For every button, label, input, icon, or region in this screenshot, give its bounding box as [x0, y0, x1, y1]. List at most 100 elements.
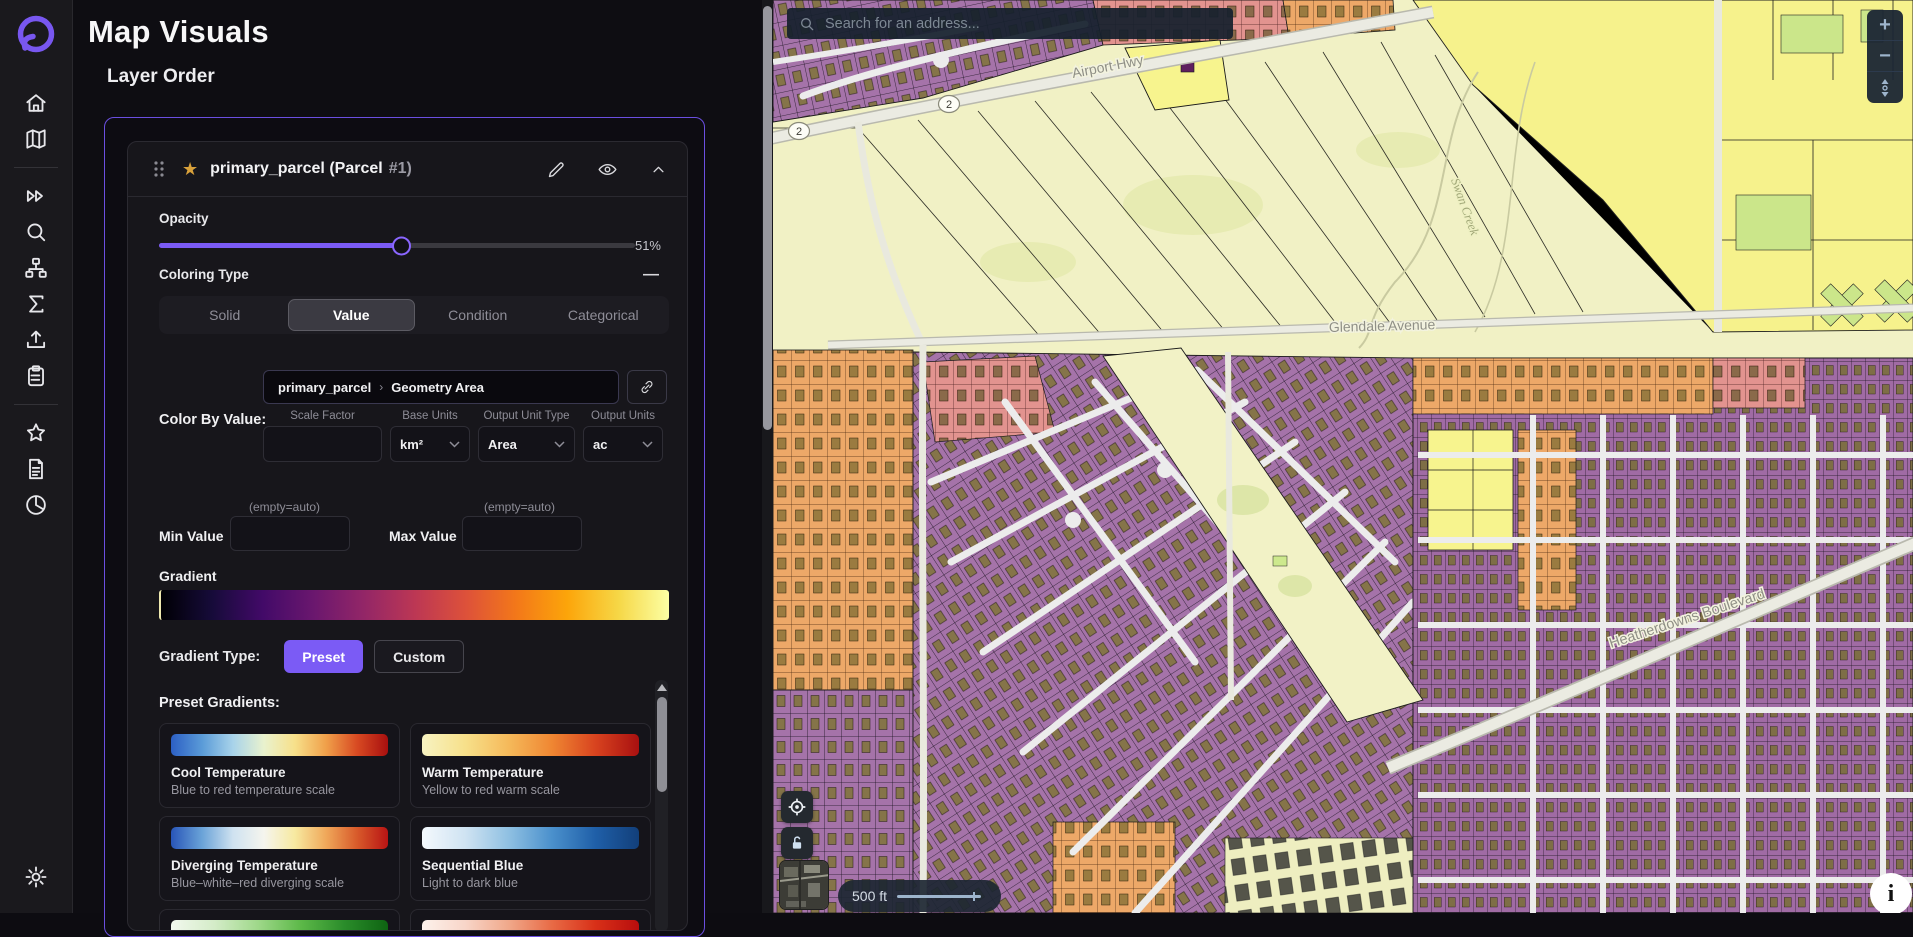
attribution-info-button[interactable]: i: [1870, 873, 1912, 913]
hierarchy-icon: [23, 255, 49, 281]
address-search-bar: [787, 8, 1233, 39]
preset-warm-temperature[interactable]: Warm Temperature Yellow to red warm scal…: [410, 723, 651, 808]
color-by-value-label: Color By Value:: [159, 412, 266, 428]
preset-sequential-blue[interactable]: Sequential Blue Light to dark blue: [410, 816, 651, 901]
coloring-type-label: Coloring Type: [159, 267, 249, 282]
sidebar-item-favorites[interactable]: [14, 415, 58, 451]
favorite-star-icon[interactable]: ★: [182, 159, 198, 180]
search-input[interactable]: [825, 16, 1221, 32]
gradient-label: Gradient: [159, 568, 667, 584]
gear-icon: [23, 864, 49, 890]
base-units-select[interactable]: km²: [390, 426, 470, 462]
preset-diverging-temperature[interactable]: Diverging Temperature Blue–white–red div…: [159, 816, 400, 901]
preset-gradient-swatch: [422, 734, 639, 756]
pitch-toggle-button[interactable]: [1867, 72, 1903, 103]
pitch-arrows-icon: [1878, 78, 1892, 98]
sidebar-item-upload[interactable]: [14, 322, 58, 358]
opacity-slider-thumb[interactable]: [392, 236, 411, 255]
sidebar-item-maps[interactable]: [14, 121, 58, 157]
preset-gradient-swatch: [171, 827, 388, 849]
sidebar-item-documents[interactable]: [14, 451, 58, 487]
chevron-down-icon: [449, 441, 460, 448]
map-visuals-panel: Map Visuals Layer Order ★ primary_parcel…: [73, 0, 762, 913]
gray-house-rows: [1225, 838, 1415, 913]
preset-gradient-grid: Cool Temperature Blue to red temperature…: [159, 723, 651, 931]
scale-factor-input[interactable]: [273, 437, 372, 452]
base-units-label: Base Units: [402, 410, 458, 422]
home-icon: [23, 90, 49, 116]
tab-value[interactable]: Value: [288, 299, 416, 331]
value-field-breadcrumb[interactable]: primary_parcel › Geometry Area: [263, 370, 619, 404]
gradient-preview-bar[interactable]: [159, 590, 669, 620]
sidebar-item-settings[interactable]: [14, 859, 58, 895]
search-icon: [799, 16, 815, 32]
tab-solid[interactable]: Solid: [162, 299, 288, 331]
page-title: Map Visuals: [88, 14, 269, 50]
locate-button[interactable]: [781, 791, 813, 823]
scrollbar-thumb[interactable]: [657, 697, 667, 792]
output-unit-type-label: Output Unit Type: [483, 410, 569, 422]
search-icon: [23, 219, 49, 245]
max-value-label: Max Value: [389, 528, 457, 544]
coloring-collapse-minus[interactable]: —: [643, 270, 659, 280]
preset-gradient-swatch: [422, 920, 639, 931]
pie-chart-icon: [23, 492, 49, 518]
tab-categorical[interactable]: Categorical: [541, 299, 667, 331]
link-field-button[interactable]: [627, 370, 667, 404]
panel-scrollbar-thumb[interactable]: [763, 6, 772, 430]
output-units-select[interactable]: ac: [583, 426, 663, 462]
target-icon: [787, 797, 807, 817]
tab-condition[interactable]: Condition: [415, 299, 541, 331]
sidebar-item-hierarchy[interactable]: [14, 250, 58, 286]
visibility-eye-icon[interactable]: [597, 159, 618, 180]
preset-sequential-red[interactable]: Sequential Red: [410, 909, 651, 931]
map-icon: [23, 126, 49, 152]
sidebar-item-home[interactable]: [14, 85, 58, 121]
sidebar-item-analytics[interactable]: [14, 487, 58, 523]
opacity-slider[interactable]: [159, 243, 635, 248]
sidebar-item-forms[interactable]: [14, 358, 58, 394]
gradient-type-label: Gradient Type:: [159, 649, 260, 665]
zoom-in-button[interactable]: +: [1867, 10, 1903, 41]
sidebar-item-search[interactable]: [14, 214, 58, 250]
panel-scrollbar[interactable]: [762, 0, 773, 913]
opacity-label: Opacity: [159, 211, 667, 226]
edit-pencil-icon[interactable]: [546, 159, 567, 180]
layer-title: primary_parcel (Parcel#1): [210, 160, 412, 178]
opacity-value: 51%: [635, 238, 661, 253]
gradient-type-custom-button[interactable]: Custom: [374, 640, 464, 673]
sidebar-item-forward[interactable]: [14, 178, 58, 214]
star-icon: [23, 420, 49, 446]
sidebar-item-aggregate[interactable]: [14, 286, 58, 322]
gradient-type-preset-button[interactable]: Preset: [284, 640, 363, 673]
layer-order-box: ★ primary_parcel (Parcel#1) Opacity: [104, 117, 705, 937]
lock-button[interactable]: [781, 827, 813, 859]
link-icon: [638, 378, 656, 396]
preset-gradient-swatch: [171, 734, 388, 756]
basemap-switcher[interactable]: [779, 860, 829, 910]
output-unit-type-select[interactable]: Area: [478, 426, 575, 462]
collapse-chevron-up-icon[interactable]: [648, 159, 669, 180]
layer-card: ★ primary_parcel (Parcel#1) Opacity: [127, 141, 688, 931]
svg-text:2: 2: [946, 99, 952, 111]
preset-gradients-label: Preset Gradients:: [159, 695, 667, 711]
preset-list-scrollbar[interactable]: [655, 680, 668, 931]
scroll-up-arrow[interactable]: [657, 684, 667, 691]
sidebar-rail: [0, 0, 73, 913]
app-logo[interactable]: [12, 11, 60, 59]
sigma-icon: [23, 291, 49, 317]
southeast-subdivision: [1413, 358, 1913, 913]
map-canvas[interactable]: 2 2 Airport Hwy Glendale Avenue Heatherd…: [773, 0, 1913, 913]
scale-label: 500 ft: [852, 888, 887, 904]
min-value-input[interactable]: [231, 517, 349, 550]
max-value-input[interactable]: [463, 517, 581, 550]
preset-sequential-green[interactable]: Sequential Green: [159, 909, 400, 931]
drag-handle-icon[interactable]: [150, 159, 168, 179]
breadcrumb-separator: ›: [379, 380, 383, 394]
scale-factor-label: Scale Factor: [290, 410, 355, 422]
zoom-out-button[interactable]: −: [1867, 41, 1903, 72]
chevron-down-icon: [554, 441, 565, 448]
layer-header[interactable]: ★ primary_parcel (Parcel#1): [128, 142, 687, 197]
preset-cool-temperature[interactable]: Cool Temperature Blue to red temperature…: [159, 723, 400, 808]
min-auto-hint: (empty=auto): [249, 500, 320, 514]
